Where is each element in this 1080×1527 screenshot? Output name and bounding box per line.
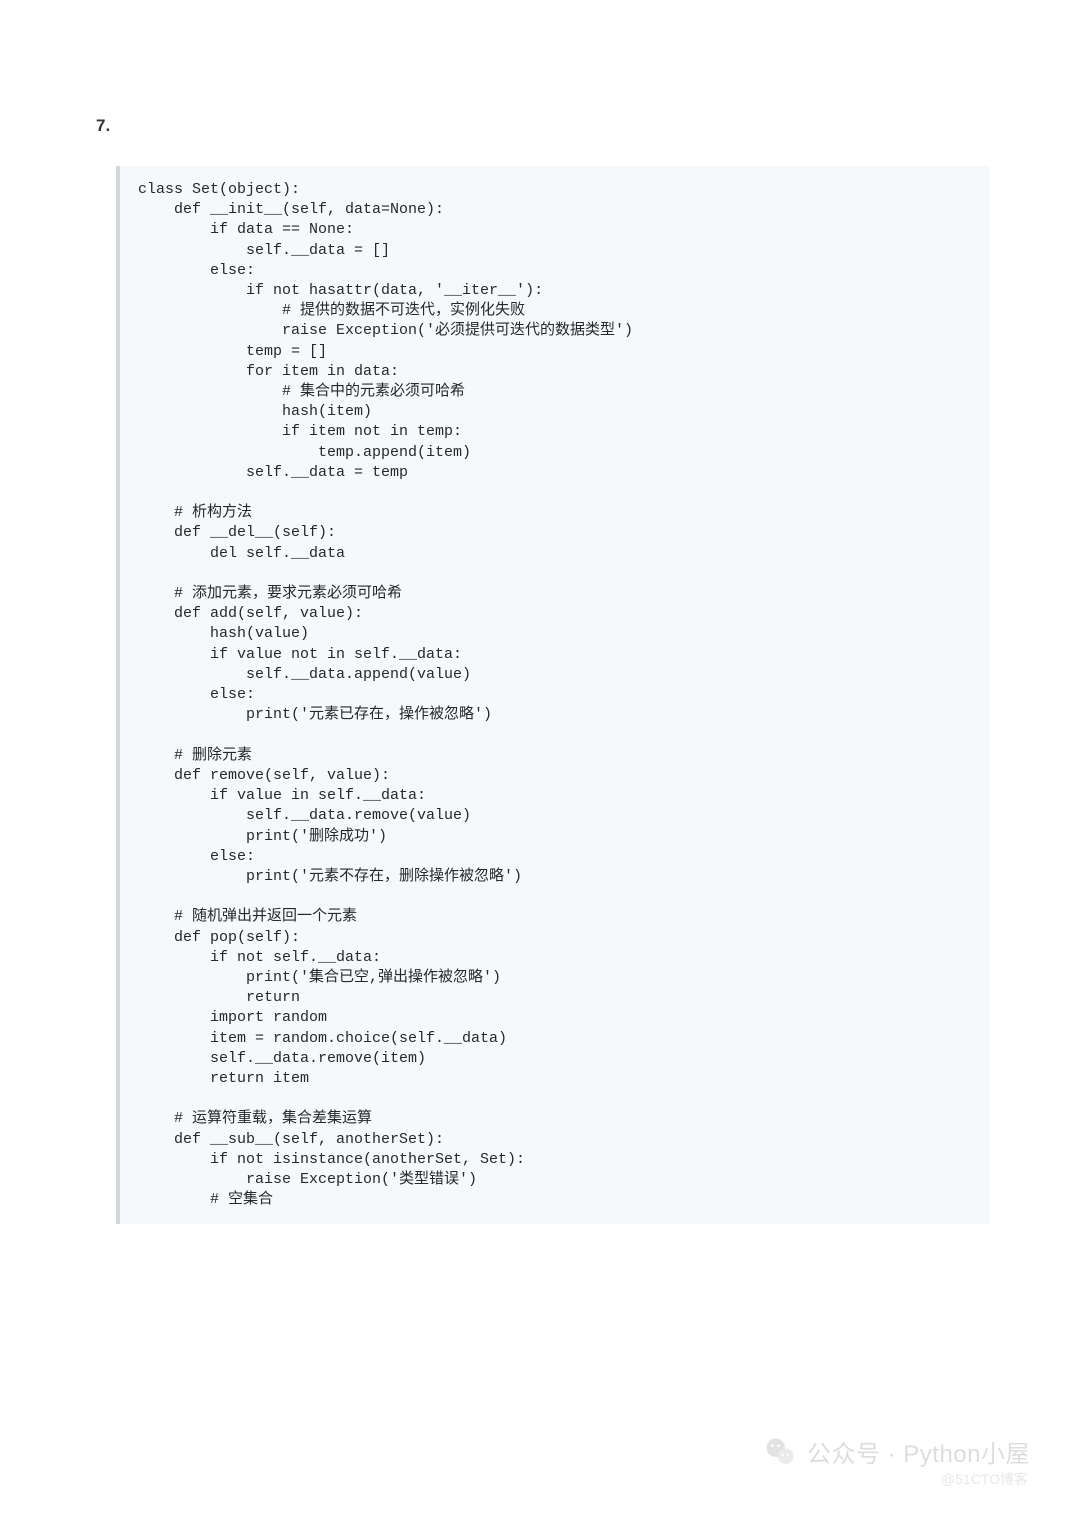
watermark-sub: @51CTO博客 xyxy=(941,1469,1028,1489)
watermark-text: 公众号 · Python小屋 xyxy=(807,1434,1030,1469)
code-block: class Set(object): def __init__(self, da… xyxy=(116,166,990,1224)
section-number: 7. xyxy=(96,116,990,136)
watermark: 公众号 · Python小屋 xyxy=(763,1434,1030,1469)
wechat-icon xyxy=(763,1435,797,1469)
